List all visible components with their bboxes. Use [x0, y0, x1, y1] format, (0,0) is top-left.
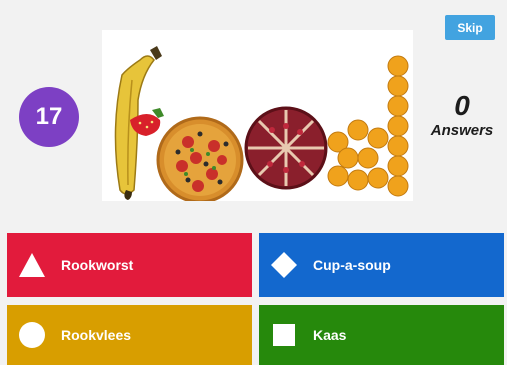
pizza-image: [156, 116, 244, 201]
banana-image: [114, 46, 164, 200]
pomegranate-image: [244, 106, 328, 190]
answer-option-3[interactable]: Rookvlees: [7, 305, 252, 365]
square-icon: [269, 320, 299, 350]
question-image: [102, 30, 413, 201]
answer-option-1[interactable]: Rookworst: [7, 233, 252, 297]
skip-button[interactable]: Skip: [445, 15, 495, 40]
triangle-icon: [17, 250, 47, 280]
oranges-image: [327, 55, 409, 197]
answers-count: 0: [454, 90, 470, 121]
circle-icon: [17, 320, 47, 350]
answer-option-4[interactable]: Kaas: [259, 305, 504, 365]
answers-label: Answers: [430, 122, 494, 139]
answer-label: Kaas: [313, 327, 347, 343]
answer-label: Rookvlees: [61, 327, 132, 343]
question-area: Skip 17 0 Answers: [0, 0, 507, 230]
countdown-timer: 17: [19, 87, 79, 147]
answer-label: Rookworst: [61, 257, 134, 273]
answer-label: Cup-a-soup: [313, 257, 391, 273]
diamond-icon: [269, 250, 299, 280]
answers-counter: 0 Answers: [426, 90, 498, 139]
answer-option-2[interactable]: Cup-a-soup: [259, 233, 504, 297]
